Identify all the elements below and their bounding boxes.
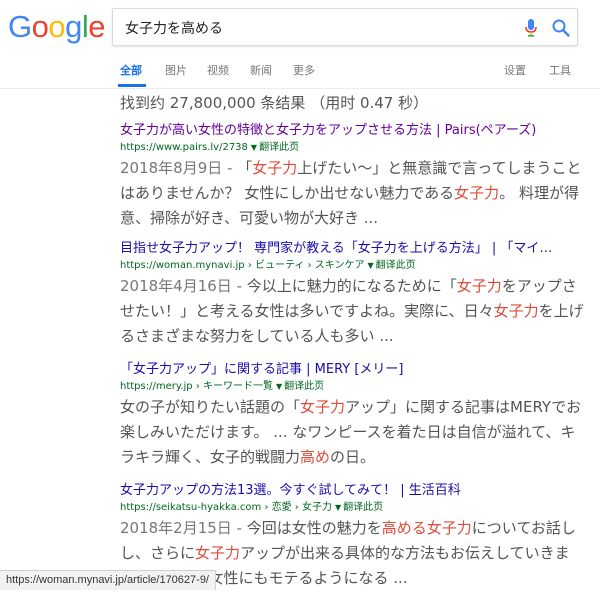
result-title[interactable]: 女子力が高い女性の特徴と女子力をアップさせる方法 | Pairs(ペアーズ) bbox=[120, 122, 590, 140]
result-title[interactable]: 「女子力アップ」に関する記事 | MERY [メリー] bbox=[120, 361, 590, 379]
google-logo[interactable]: Google bbox=[8, 8, 106, 46]
search-input[interactable] bbox=[123, 9, 517, 47]
search-result: 目指せ女子力アップ！ 専門家が教える「女子力を上げる方法」 | 「マイ… htt… bbox=[120, 240, 590, 349]
result-stats: 找到约 27,800,000 条结果 （用时 0.47 秒） bbox=[120, 94, 429, 112]
result-snippet: 女の子が知りたい話題の「女子力アップ」に関する記事はMERYでお楽しみいただけま… bbox=[120, 398, 582, 466]
result-url: https://woman.mynavi.jp › ビューティ › スキンケア ▼… bbox=[120, 260, 416, 271]
dropdown-arrow-icon[interactable]: ▼ bbox=[276, 382, 282, 391]
search-icon[interactable] bbox=[551, 18, 571, 38]
tab-news[interactable]: 新闻 bbox=[250, 62, 272, 78]
search-result: 「女子力アップ」に関する記事 | MERY [メリー] https://mery… bbox=[120, 361, 590, 470]
translate-link[interactable]: 翻译此页 bbox=[376, 260, 416, 271]
result-snippet: 2018年4月16日 - 今以上に魅力的になるために「女子力をアップさせたい！」… bbox=[120, 277, 584, 345]
tab-videos[interactable]: 视频 bbox=[207, 62, 229, 78]
result-title[interactable]: 目指せ女子力アップ！ 専門家が教える「女子力を上げる方法」 | 「マイ… bbox=[120, 240, 590, 258]
tab-settings[interactable]: 设置 bbox=[504, 62, 526, 78]
result-snippet: 2018年8月9日 - 「女子力上げたい〜」と無意識で言ってしまうことはありませ… bbox=[120, 159, 582, 227]
search-tabs: 全部 图片 视频 新闻 更多 设置 工具 bbox=[0, 56, 600, 88]
result-url: https://seikatsu-hyakka.com › 恋愛 › 女子力 ▼ 翻… bbox=[120, 502, 384, 513]
tab-all[interactable]: 全部 bbox=[120, 62, 142, 78]
dropdown-arrow-icon[interactable]: ▼ bbox=[367, 261, 373, 270]
tab-more[interactable]: 更多 bbox=[293, 62, 315, 78]
active-tab-indicator bbox=[118, 84, 146, 87]
status-bar-url: https://woman.mynavi.jp/article/170627-9… bbox=[0, 570, 216, 590]
tab-images[interactable]: 图片 bbox=[165, 62, 187, 78]
translate-link[interactable]: 翻译此页 bbox=[284, 381, 324, 392]
translate-link[interactable]: 翻译此页 bbox=[259, 142, 299, 153]
dropdown-arrow-icon[interactable]: ▼ bbox=[335, 503, 341, 512]
search-result: 女子力が高い女性の特徴と女子力をアップさせる方法 | Pairs(ペアーズ) h… bbox=[120, 122, 590, 231]
tab-tools[interactable]: 工具 bbox=[549, 62, 571, 78]
result-url: https://mery.jp › キーワード一覧 ▼ 翻译此页 bbox=[120, 381, 325, 392]
result-url: https://www.pairs.lv/2738 ▼ 翻译此页 bbox=[120, 142, 300, 153]
search-box bbox=[112, 8, 578, 47]
result-title[interactable]: 女子力アップの方法13選。今すぐ試してみて！ | 生活百科 bbox=[120, 482, 590, 500]
microphone-icon[interactable] bbox=[523, 18, 539, 38]
translate-link[interactable]: 翻译此页 bbox=[343, 502, 383, 513]
header: Google 全部 图片 视频 新闻 更多 设置 工具 bbox=[0, 0, 600, 89]
dropdown-arrow-icon[interactable]: ▼ bbox=[251, 143, 257, 152]
